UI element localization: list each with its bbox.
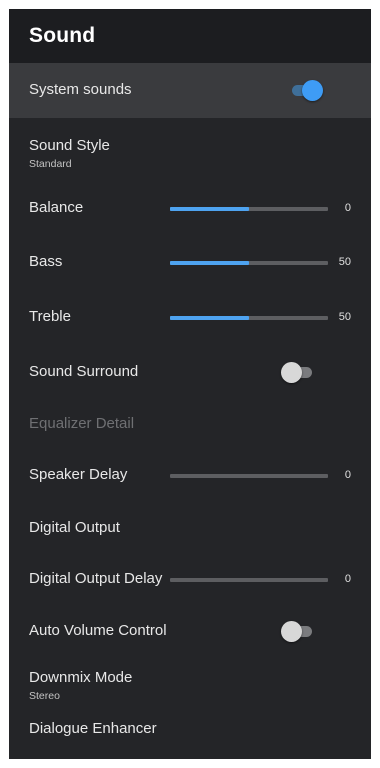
- sound-style-row[interactable]: Sound Style Standard: [9, 118, 371, 183]
- toggle-knob: [281, 621, 302, 642]
- auto-volume-control-label: Auto Volume Control: [29, 622, 167, 639]
- sound-style-label: Sound Style: [29, 137, 110, 154]
- speaker-delay-row[interactable]: Speaker Delay 0: [9, 450, 371, 502]
- digital-output-delay-slider[interactable]: [170, 578, 328, 582]
- downmix-mode-label: Downmix Mode: [29, 669, 133, 686]
- sound-surround-label: Sound Surround: [29, 363, 139, 380]
- toggle-knob: [302, 80, 323, 101]
- bass-slider[interactable]: [170, 261, 328, 265]
- balance-row[interactable]: Balance 0: [9, 183, 371, 237]
- page-title: Sound: [9, 9, 371, 63]
- slider-fill: [170, 207, 249, 211]
- auto-volume-control-toggle[interactable]: [281, 620, 315, 642]
- sound-settings-panel: Sound System sounds Sound Style Standard…: [9, 9, 371, 759]
- auto-volume-control-row[interactable]: Auto Volume Control: [9, 605, 371, 655]
- sound-surround-row[interactable]: Sound Surround: [9, 346, 371, 398]
- treble-value: 50: [338, 311, 351, 323]
- downmix-mode-value: Stereo: [29, 690, 60, 702]
- digital-output-label: Digital Output: [29, 519, 120, 536]
- speaker-delay-slider[interactable]: [170, 474, 328, 478]
- speaker-delay-value: 0: [344, 469, 351, 481]
- balance-slider[interactable]: [170, 207, 328, 211]
- slider-fill: [170, 316, 249, 320]
- dialogue-enhancer-row[interactable]: Dialogue Enhancer: [9, 705, 371, 755]
- equalizer-detail-label: Equalizer Detail: [29, 415, 135, 432]
- toggle-knob: [281, 362, 302, 383]
- sound-surround-toggle[interactable]: [281, 361, 315, 383]
- treble-row[interactable]: Treble 50: [9, 292, 371, 346]
- bass-value: 50: [338, 256, 351, 268]
- digital-output-delay-value: 0: [344, 573, 351, 585]
- bass-row[interactable]: Bass 50: [9, 237, 371, 292]
- digital-output-row[interactable]: Digital Output: [9, 502, 371, 553]
- sound-style-value: Standard: [29, 158, 72, 170]
- dialogue-enhancer-label: Dialogue Enhancer: [29, 720, 157, 737]
- treble-slider[interactable]: [170, 316, 328, 320]
- downmix-mode-row[interactable]: Downmix Mode Stereo: [9, 655, 371, 705]
- system-sounds-toggle[interactable]: [289, 79, 323, 101]
- digital-output-delay-row[interactable]: Digital Output Delay 0: [9, 553, 371, 605]
- equalizer-detail-row: Equalizer Detail: [9, 398, 371, 450]
- system-sounds-row[interactable]: System sounds: [9, 63, 371, 118]
- balance-value: 0: [344, 202, 351, 214]
- slider-fill: [170, 261, 249, 265]
